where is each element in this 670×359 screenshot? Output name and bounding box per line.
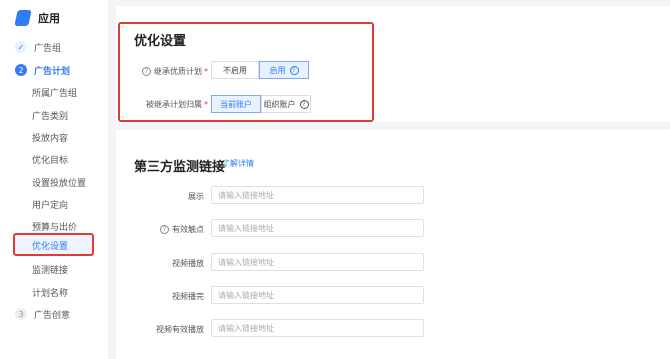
sidebar: 应用 ✓ 广告组 2 广告计划 所属广告组 广告类别 投放内容 优化目标 设置投… bbox=[0, 0, 108, 359]
step-label: 广告组 bbox=[34, 43, 62, 54]
app-title: 应用 bbox=[38, 12, 60, 25]
video-effective-url-input[interactable]: 请输入链接地址 bbox=[211, 319, 424, 337]
field-label: 视频播放 bbox=[172, 259, 204, 268]
video-finish-url-input[interactable]: 请输入链接地址 bbox=[211, 286, 424, 304]
step-ad-creative[interactable]: 3 广告创意 bbox=[0, 304, 123, 324]
highlight-box bbox=[118, 22, 374, 122]
step-number: 3 bbox=[15, 308, 27, 320]
step-ad-group[interactable]: ✓ 广告组 bbox=[0, 37, 123, 57]
highlight-box bbox=[13, 233, 94, 256]
check-icon: ✓ bbox=[15, 41, 27, 53]
field-label-text: 有效触点 bbox=[172, 225, 204, 234]
section-title-monitor: 第三方监测链接 bbox=[134, 160, 226, 175]
display-url-input[interactable]: 请输入链接地址 bbox=[211, 186, 424, 204]
step-label: 广告创意 bbox=[34, 310, 71, 321]
video-play-url-input[interactable]: 请输入链接地址 bbox=[211, 253, 424, 271]
step-label: 广告计划 bbox=[34, 66, 71, 77]
step-ad-plan[interactable]: 2 广告计划 bbox=[0, 60, 123, 80]
field-label: 视频播完 bbox=[172, 292, 204, 301]
field-label: 展示 bbox=[188, 192, 204, 201]
touchpoint-url-input[interactable]: 请输入链接地址 bbox=[211, 219, 424, 237]
field-label: ? 有效触点 bbox=[132, 224, 204, 235]
learn-more-link[interactable]: 了解详情 bbox=[222, 158, 254, 169]
step-number: 2 bbox=[15, 64, 27, 76]
help-icon: ? bbox=[160, 225, 169, 234]
field-label: 视频有效播放 bbox=[156, 325, 204, 334]
app-header: 应用 bbox=[14, 10, 60, 26]
app-logo-icon bbox=[14, 10, 32, 26]
